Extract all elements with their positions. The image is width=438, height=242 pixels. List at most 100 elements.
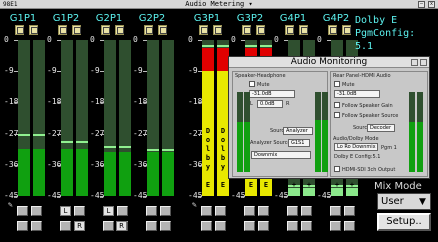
channel-l-button[interactable]: L [60, 206, 71, 216]
channel-button[interactable] [74, 206, 85, 216]
channel-button[interactable] [258, 206, 269, 216]
channel-button[interactable] [160, 206, 171, 216]
channel-button[interactable] [60, 221, 71, 231]
lock-icon[interactable] [101, 25, 110, 35]
dialog-minimize-icon[interactable] [411, 59, 418, 66]
channel-button[interactable] [201, 206, 212, 216]
channel-button[interactable] [301, 221, 312, 231]
lock-icon[interactable] [15, 25, 24, 35]
lock-icon[interactable] [58, 25, 67, 35]
channel-button[interactable] [201, 221, 212, 231]
source-select[interactable]: Analyzer [283, 127, 313, 135]
follow-gain-label: Follow Speaker Gain [342, 103, 393, 109]
channel-label: G3P1 [193, 13, 221, 24]
meter-fill [61, 149, 73, 196]
lock-icon[interactable] [242, 25, 251, 35]
mute-label: Mute [257, 82, 270, 88]
close-icon[interactable]: x [428, 1, 435, 8]
speaker-meter-4 [322, 92, 328, 172]
follow-source-checkbox[interactable] [334, 112, 340, 118]
scale-label: -9 [47, 66, 57, 76]
scale-label: 0 [274, 35, 279, 44]
channel-button[interactable] [17, 221, 28, 231]
channel-button[interactable] [287, 206, 298, 216]
channel-button[interactable] [215, 221, 226, 231]
window-title[interactable]: Audio Metering ▾ [0, 0, 438, 9]
lock-icon[interactable] [115, 25, 124, 35]
channel-button[interactable] [146, 221, 157, 231]
meter-peak [245, 44, 257, 47]
chevron-down-icon[interactable]: ▾ [249, 0, 253, 8]
meter-peak [162, 149, 174, 152]
info-pgmconfig-value: 5.1 [355, 41, 374, 52]
balance-field[interactable]: 0.0dB [257, 100, 283, 108]
meter-fill [76, 149, 88, 196]
channel-button[interactable] [160, 221, 171, 231]
channel-button[interactable] [330, 206, 341, 216]
channel-button[interactable] [31, 221, 42, 231]
analyzer-source-select[interactable]: G1S1 [288, 139, 310, 147]
lock-icon[interactable] [199, 25, 208, 35]
scale-label: -9 [133, 66, 143, 76]
scale-label: 0 [47, 35, 52, 44]
lock-icon[interactable] [144, 25, 153, 35]
channel-button[interactable] [103, 221, 114, 231]
minimize-icon[interactable]: – [418, 1, 425, 8]
lock-icon[interactable] [213, 25, 222, 35]
lock-icon[interactable] [158, 25, 167, 35]
channel-button[interactable] [117, 206, 128, 216]
channel-r-button[interactable]: R [116, 221, 127, 231]
channel-button[interactable] [344, 221, 355, 231]
channel-button[interactable] [330, 221, 341, 231]
channel-button[interactable] [17, 206, 28, 216]
info-pgmconfig-label: PgmConfig: [355, 28, 416, 39]
lock-icon[interactable] [342, 25, 351, 35]
scale-tick [14, 196, 18, 197]
dolby-letter: y [205, 163, 211, 171]
meter-peak [217, 44, 229, 47]
channel-l-button[interactable]: L [103, 206, 114, 216]
dolby-letter: b [205, 154, 211, 162]
channel-button[interactable] [258, 221, 269, 231]
dolby-letter: E [248, 181, 254, 189]
level-field[interactable]: -31.0dB [249, 90, 295, 98]
dialog-title: Audio Monitoring [229, 57, 429, 68]
scale-label: 0 [4, 35, 9, 44]
hdmi-meter-2 [417, 92, 423, 172]
channel-button[interactable] [31, 206, 42, 216]
lock-icon[interactable] [72, 25, 81, 35]
level-field[interactable]: -31.0dB [334, 90, 380, 98]
channel-button[interactable] [146, 206, 157, 216]
channel-label: G1P1 [9, 13, 37, 24]
follow-gain-checkbox[interactable] [334, 102, 340, 108]
meter-peak [18, 133, 30, 136]
mute-checkbox[interactable] [334, 81, 340, 87]
lock-icon[interactable] [285, 25, 294, 35]
setup-button[interactable]: Setup.. [377, 213, 431, 231]
hdmi-output-checkbox[interactable] [334, 166, 340, 172]
channel-button[interactable] [344, 206, 355, 216]
mode-select[interactable]: Lo Ro Downmix [334, 143, 378, 151]
channel-button[interactable] [215, 206, 226, 216]
mix-mode-select[interactable]: User ▼ [377, 193, 431, 210]
mute-checkbox[interactable] [249, 81, 255, 87]
channel-button[interactable] [244, 206, 255, 216]
pen-icon[interactable]: ✎ [192, 200, 197, 209]
channel-button[interactable] [244, 221, 255, 231]
channel-r-button[interactable]: R [74, 221, 85, 231]
lock-icon[interactable] [328, 25, 337, 35]
channel-button[interactable] [301, 206, 312, 216]
meter-fill [346, 188, 358, 196]
channel-button[interactable] [287, 221, 298, 231]
lock-icon[interactable] [299, 25, 308, 35]
scale-label: -9 [188, 66, 198, 76]
dropdown-arrow-icon[interactable]: ▼ [417, 195, 428, 208]
lock-icon[interactable] [256, 25, 265, 35]
downmix-select[interactable]: Downmix [251, 151, 311, 159]
pen-icon[interactable]: ✎ [8, 200, 13, 209]
lock-icon[interactable] [29, 25, 38, 35]
channel-label: G2P1 [95, 13, 123, 24]
channel-label: G4P1 [279, 13, 307, 24]
source-select[interactable]: Decoder [367, 124, 395, 132]
dialog-close-icon[interactable] [420, 59, 427, 66]
